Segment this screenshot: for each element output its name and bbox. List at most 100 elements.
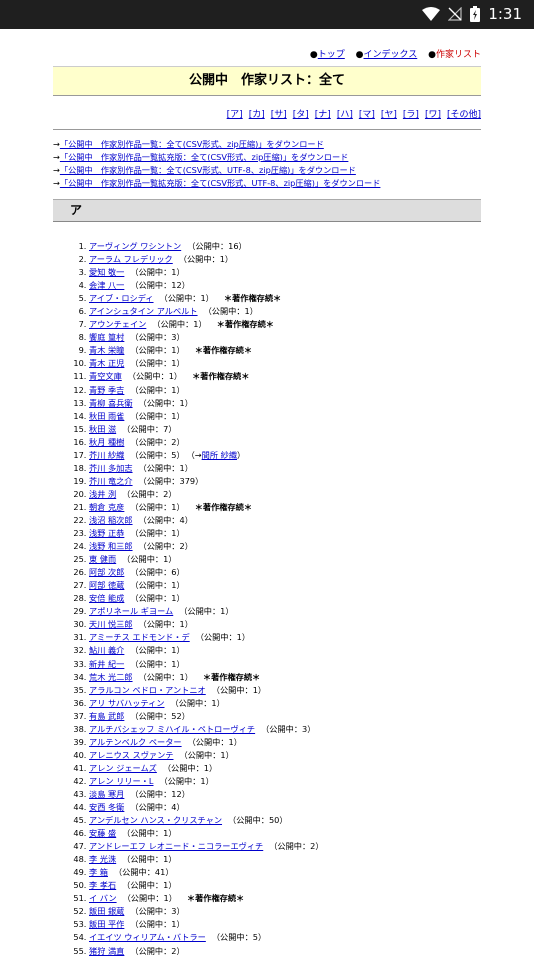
work-count: （公開中：1） [178, 254, 234, 265]
author-link[interactable]: イエイツ ウィリアム・バトラー [89, 932, 206, 942]
download-link-csv-extended[interactable]: 「公開中 作家別作品一覧拡充版：全て(CSV形式、zip圧縮)」をダウンロード [60, 152, 349, 162]
author-link[interactable]: 青木 栄瞳 [89, 345, 124, 355]
list-item: 荒木 光二郎 （公開中：1） ＊著作権存続＊ [89, 671, 481, 684]
kana-link-ta[interactable]: [タ] [293, 110, 309, 120]
kana-link-ha[interactable]: [ハ] [337, 110, 353, 120]
author-link[interactable]: 芥川 多加志 [89, 463, 133, 473]
page-title: 公開中 作家リスト：全て [53, 66, 481, 96]
see-also-link[interactable]: 間所 紗織 [202, 450, 237, 460]
author-link[interactable]: 淡島 寒月 [89, 789, 124, 799]
nav-top[interactable]: ●トップ [310, 50, 345, 60]
author-link[interactable]: 荒木 光二郎 [89, 672, 133, 682]
work-count: （公開中：1） [130, 593, 185, 604]
author-link[interactable]: 愛知 敬一 [89, 267, 124, 277]
nav-author-list-current: 作家リスト [435, 50, 481, 60]
divider [53, 129, 481, 130]
author-link[interactable]: 阿部 次郎 [89, 567, 124, 577]
list-item: アミーチス エドモンド・デ （公開中：1） [89, 631, 481, 644]
kana-link-ma[interactable]: [マ] [359, 110, 375, 120]
top-navigation: ●トップ ●インデックス ●作家リスト [53, 29, 481, 60]
author-link[interactable]: 浅野 和三郎 [89, 541, 133, 551]
kana-link-wa[interactable]: [ワ] [425, 110, 441, 120]
author-link[interactable]: 阿部 徳蔵 [89, 580, 124, 590]
author-link[interactable]: アウンチェイン [89, 319, 146, 329]
author-link[interactable]: 新井 紀一 [89, 659, 124, 669]
author-link[interactable]: 李 光洙 [89, 854, 116, 864]
kana-link-a[interactable]: [ア] [227, 110, 243, 120]
author-link[interactable]: 芥川 紗織 [89, 450, 124, 460]
nav-top-link[interactable]: トップ [318, 50, 345, 60]
copyright-note: ＊著作権存続＊ [192, 371, 250, 382]
download-link-csv-utf8-extended[interactable]: 「公開中 作家別作品一覧拡充版：全て(CSV形式、UTF-8、zip圧縮)」をダ… [60, 178, 381, 188]
work-count: （公開中：1） [130, 501, 185, 512]
author-link[interactable]: 秋田 滋 [89, 424, 116, 434]
author-link[interactable]: 芥川 竜之介 [89, 476, 133, 486]
author-link[interactable]: アミーチス エドモンド・デ [89, 632, 190, 642]
author-link[interactable]: 秋月 種樹 [89, 437, 124, 447]
author-link[interactable]: 青木 正児 [89, 358, 124, 368]
kana-link-ka[interactable]: [カ] [249, 110, 265, 120]
kana-link-na[interactable]: [ナ] [315, 110, 331, 120]
author-link[interactable]: 東 健而 [89, 554, 116, 564]
section-header-a: ア [53, 199, 481, 222]
author-link[interactable]: 飯田 銀蔵 [89, 906, 124, 916]
author-link[interactable]: 青柳 喜兵衛 [89, 398, 133, 408]
author-link[interactable]: アインシュタイン アルベルト [89, 306, 198, 316]
author-link[interactable]: アンドレーエフ レオニード・ニコラーエヴィチ [89, 841, 263, 851]
author-link[interactable]: 鮎川 義介 [89, 645, 124, 655]
kana-link-ra[interactable]: [ラ] [403, 110, 419, 120]
work-count: （公開中：1） [179, 606, 234, 617]
download-link-csv-utf8[interactable]: 「公開中 作家別作品一覧：全て(CSV形式、UTF-8、zip圧縮)」をダウンロ… [60, 165, 356, 175]
list-item: 飯田 銀蔵 （公開中：3） [89, 905, 481, 918]
work-count: （公開中：1） [130, 580, 185, 591]
author-link[interactable]: 饗庭 篁村 [89, 332, 124, 342]
author-link[interactable]: アレニウス スヴァンテ [89, 750, 173, 760]
work-count: （公開中：6） [130, 567, 185, 578]
author-link[interactable]: 浅井 洌 [89, 489, 116, 499]
kana-link-other[interactable]: [その他] [447, 110, 481, 120]
list-item: 李 箱 （公開中：41） [89, 866, 481, 879]
author-link[interactable]: アーヴィング ワシントン [89, 241, 181, 251]
author-link[interactable]: 安藤 盛 [89, 828, 116, 838]
work-count: （公開中：4） [138, 514, 193, 525]
author-link[interactable]: アルテンベルク ペーター [89, 737, 182, 747]
author-link[interactable]: アレン ジェームズ [89, 763, 157, 773]
nav-index-link[interactable]: インデックス [364, 50, 418, 60]
kana-link-ya[interactable]: [ヤ] [381, 110, 397, 120]
author-link[interactable]: アレン リリー・L [89, 776, 153, 786]
copyright-note: ＊著作権存続＊ [194, 501, 253, 512]
author-link[interactable]: 会津 八一 [89, 280, 124, 290]
author-link[interactable]: 李 孝石 [89, 880, 116, 890]
author-link[interactable]: アーラム フレデリック [89, 254, 173, 264]
author-link[interactable]: 浅沼 稲次郎 [89, 515, 133, 525]
author-link[interactable]: 飯田 平作 [89, 919, 124, 929]
author-link[interactable]: アポリネール ギヨーム [89, 606, 173, 616]
author-link[interactable]: 有島 武郎 [89, 711, 124, 721]
author-link[interactable]: アリ サバハッティン [89, 698, 164, 708]
author-link[interactable]: イ バン [89, 893, 117, 903]
work-count: （公開中：1） [159, 293, 214, 304]
author-link[interactable]: 秋田 雨雀 [89, 411, 124, 421]
author-link[interactable]: アラルコン ペドロ・アントニオ [89, 685, 206, 695]
download-link-csv[interactable]: 「公開中 作家別作品一覧：全て(CSV形式、zip圧縮)」をダウンロード [60, 139, 324, 149]
author-link[interactable]: 朝倉 克彦 [89, 502, 124, 512]
kana-link-sa[interactable]: [サ] [271, 110, 287, 120]
author-link[interactable]: 青空文庫 [89, 371, 122, 381]
list-item: 有島 武郎 （公開中：52） [89, 710, 481, 723]
author-link[interactable]: 安倍 能成 [89, 593, 124, 603]
author-link[interactable]: 浅野 正恭 [89, 528, 124, 538]
author-link[interactable]: アンデルセン ハンス・クリスチャン [89, 815, 222, 825]
copyright-note: ＊著作権存続＊ [216, 319, 274, 330]
author-link[interactable]: アルチバシェッフ ミハイル・ペトローヴィチ [89, 724, 255, 734]
list-item: アルテンベルク ペーター （公開中：1） [89, 736, 481, 749]
work-count: （公開中：3） [261, 723, 316, 734]
author-link[interactable]: 青野 季吉 [89, 385, 124, 395]
work-count: （公開中：1） [127, 371, 183, 382]
author-link[interactable]: 猪狩 満直 [89, 946, 124, 956]
author-link[interactable]: 李 箱 [89, 867, 108, 877]
author-link[interactable]: アイブ・ロシディ [89, 293, 154, 303]
list-item: 天川 悦三郎 （公開中：1） [89, 618, 481, 631]
nav-index[interactable]: ●インデックス [356, 50, 418, 60]
author-link[interactable]: 天川 悦三郎 [89, 619, 133, 629]
author-link[interactable]: 安西 冬衛 [89, 802, 124, 812]
